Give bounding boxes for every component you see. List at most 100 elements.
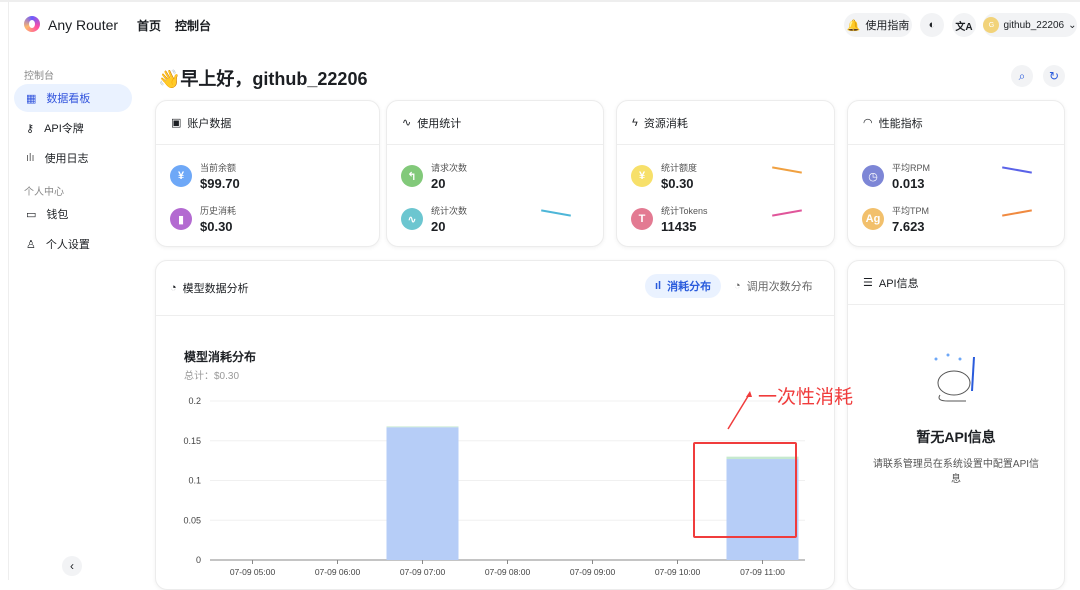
stat-item: ▮ 历史消耗 $0.30 bbox=[170, 204, 236, 234]
sidebar-item-label: API令牌 bbox=[44, 123, 84, 135]
sidebar-item-wallet[interactable]: ▭ 钱包 bbox=[14, 200, 132, 228]
x-tick-label: 07-09 08:00 bbox=[485, 567, 531, 577]
stat-icon: Ag bbox=[862, 208, 884, 230]
card-header: ∿ 使用统计 bbox=[387, 101, 603, 145]
stat-item: T 统计Tokens 11435 bbox=[631, 204, 708, 234]
card-title: 资源消耗 bbox=[643, 117, 688, 130]
chevron-left-icon: ‹ bbox=[70, 559, 74, 573]
stat-value: $0.30 bbox=[200, 219, 233, 234]
search-icon: ⌕ bbox=[1018, 68, 1026, 83]
collapse-sidebar-button[interactable]: ‹ bbox=[62, 556, 82, 576]
stat-icon: T bbox=[631, 208, 653, 230]
brand-name[interactable]: Any Router bbox=[48, 17, 118, 33]
stat-value: $99.70 bbox=[200, 176, 240, 191]
stat-label: 请求次数 bbox=[431, 163, 468, 173]
empty-illustration bbox=[934, 353, 975, 402]
stat-label: 当前余额 bbox=[200, 163, 237, 173]
card-title: 模型数据分析 bbox=[182, 283, 249, 295]
stat-value: $0.30 bbox=[661, 176, 694, 191]
x-tick-label: 07-09 09:00 bbox=[570, 567, 616, 577]
stat-card: ∿ 使用统计 ↰ 请求次数 20 ∿ 统计次数 20 bbox=[386, 100, 604, 247]
stat-icon: ◷ bbox=[862, 165, 884, 187]
card-header: ◠ 性能指标 bbox=[848, 101, 1064, 145]
tab-label: 调用次数分布 bbox=[746, 281, 813, 293]
moon-icon: ◐ bbox=[928, 19, 936, 31]
card-title: 性能指标 bbox=[878, 117, 923, 130]
stat-icon: ▮ bbox=[170, 208, 192, 230]
stat-value: 20 bbox=[431, 219, 446, 234]
card-header: ϟ 资源消耗 bbox=[617, 101, 834, 145]
left-border bbox=[8, 0, 9, 580]
theme-toggle[interactable]: ◐ bbox=[920, 13, 944, 37]
stat-label: 平均RPM bbox=[892, 163, 930, 173]
stat-label: 平均TPM bbox=[892, 206, 929, 216]
x-tick-label: 07-09 11:00 bbox=[740, 567, 785, 577]
card-title: 账户数据 bbox=[187, 117, 232, 130]
x-tick-label: 07-09 07:00 bbox=[400, 567, 446, 577]
sparkline bbox=[1002, 209, 1032, 217]
nav-console[interactable]: 控制台 bbox=[175, 17, 211, 34]
sparkline bbox=[772, 166, 802, 174]
stat-label: 统计额度 bbox=[661, 163, 698, 173]
sidebar-item-label: 数据看板 bbox=[46, 93, 91, 105]
key-icon: ⚷ bbox=[26, 122, 35, 135]
stat-item: Ag 平均TPM 7.623 bbox=[862, 204, 929, 234]
y-tick-label: 0.1 bbox=[188, 476, 201, 486]
refresh-button[interactable]: ↻ bbox=[1043, 65, 1065, 87]
stat-item: ◷ 平均RPM 0.013 bbox=[862, 161, 930, 191]
bar-model-b bbox=[386, 426, 459, 428]
stat-value: 0.013 bbox=[892, 176, 925, 191]
x-tick-label: 07-09 10:00 bbox=[655, 567, 701, 577]
stat-icon: ∿ bbox=[401, 208, 423, 230]
stat-item: ¥ 当前余额 $99.70 bbox=[170, 161, 240, 191]
sidebar-item-api-tokens[interactable]: ⚷ API令牌 bbox=[14, 114, 132, 142]
sparkline bbox=[541, 209, 571, 217]
x-tick-label: 07-09 06:00 bbox=[315, 567, 361, 577]
pie-chart-icon: ◔ bbox=[170, 282, 177, 294]
sidebar-item-dashboard[interactable]: ▦ 数据看板 bbox=[14, 84, 132, 112]
sparkline bbox=[772, 209, 802, 217]
stat-card: ▣ 账户数据 ¥ 当前余额 $99.70 ▮ 历史消耗 $0.30 bbox=[155, 100, 380, 247]
bar-chart-icon: ıl bbox=[655, 280, 662, 292]
server-icon: ☰ bbox=[863, 277, 873, 289]
stat-icon: ¥ bbox=[170, 165, 192, 187]
sidebar-section-personal: 个人中心 bbox=[24, 187, 64, 198]
nav-home[interactable]: 首页 bbox=[137, 17, 161, 34]
stat-value: 11435 bbox=[661, 219, 697, 234]
stat-card: ϟ 资源消耗 ¥ 统计额度 $0.30 T 统计Tokens 11435 bbox=[616, 100, 835, 247]
stat-item: ¥ 统计额度 $0.30 bbox=[631, 161, 697, 191]
search-button[interactable]: ⌕ bbox=[1011, 65, 1033, 87]
tab-call-count[interactable]: ◔ 调用次数分布 bbox=[724, 274, 823, 298]
tab-consumption[interactable]: ıl 消耗分布 bbox=[645, 274, 722, 298]
chart-title: 模型消耗分布 bbox=[184, 350, 257, 364]
card-header: ☰ API信息 bbox=[848, 261, 1064, 305]
pie-chart-icon: ◔ bbox=[734, 280, 741, 292]
card-header: ▣ 账户数据 bbox=[156, 101, 379, 145]
wallet-icon: ▭ bbox=[26, 208, 37, 221]
tab-label: 消耗分布 bbox=[667, 281, 712, 293]
logo-icon[interactable] bbox=[24, 16, 40, 32]
annotation-label: 一次性消耗 bbox=[758, 387, 854, 408]
top-border bbox=[0, 0, 1080, 2]
wallet-icon: ▣ bbox=[171, 117, 182, 129]
grid-icon: ▦ bbox=[26, 92, 37, 105]
sparkline bbox=[1002, 166, 1032, 174]
y-tick-label: 0 bbox=[196, 555, 201, 565]
user-menu[interactable]: Ggithub_22206 ⌄ bbox=[983, 13, 1077, 37]
stat-item: ↰ 请求次数 20 bbox=[401, 161, 467, 191]
empty-title: 暂无API信息 bbox=[916, 429, 996, 445]
page-title: 👋早上好，github_22206 bbox=[158, 65, 367, 91]
stat-card: ◠ 性能指标 ◷ 平均RPM 0.013 Ag 平均TPM 7.623 bbox=[847, 100, 1065, 247]
guide-button[interactable]: 🔔 使用指南 bbox=[844, 13, 912, 37]
language-button[interactable]: 文A bbox=[952, 13, 976, 37]
x-tick-label: 07-09 05:00 bbox=[230, 567, 276, 577]
username: github_22206 bbox=[1003, 19, 1065, 31]
sidebar-item-label: 使用日志 bbox=[44, 153, 89, 165]
sidebar-item-settings[interactable]: ♙ 个人设置 bbox=[14, 230, 132, 258]
stat-label: 统计次数 bbox=[431, 206, 468, 216]
bar-model-a bbox=[386, 427, 459, 560]
chart-subtitle: 总计：$0.30 bbox=[184, 371, 240, 382]
sidebar-item-logs[interactable]: ılı 使用日志 bbox=[14, 144, 132, 172]
avatar: G bbox=[983, 17, 1000, 33]
chevron-down-icon: ⌄ bbox=[1068, 19, 1077, 31]
